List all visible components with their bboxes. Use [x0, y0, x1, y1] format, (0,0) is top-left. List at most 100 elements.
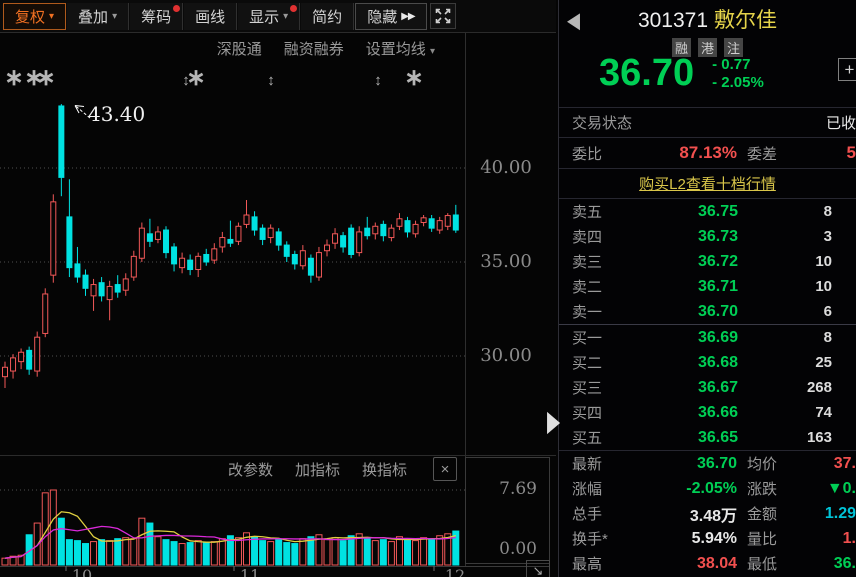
stat-row: 最高38.04最低36.: [559, 551, 856, 576]
candle-body: [91, 285, 96, 296]
back-arrow-icon[interactable]: ◀: [567, 8, 580, 34]
candle-body: [349, 228, 354, 254]
stat-row: 涨幅-2.05%涨跌▼0.: [559, 476, 856, 501]
notification-dot: [290, 5, 297, 12]
candle-body: [445, 216, 450, 227]
fullscreen-icon: [435, 8, 451, 24]
switch-indicator-button[interactable]: 换指标: [362, 459, 407, 480]
toolbar-button-7[interactable]: 隐藏▶▶: [355, 3, 426, 30]
volume-bar: [163, 540, 169, 565]
toolbar-button-2[interactable]: 叠加▾: [67, 3, 129, 30]
panel-collapse-handle[interactable]: ▶: [547, 405, 560, 439]
change-params-button[interactable]: 改参数: [228, 459, 273, 480]
buy-l2-link[interactable]: 购买L2查看十档行情: [639, 173, 776, 194]
volume-bar: [252, 537, 258, 565]
stat-label: 涨幅: [572, 478, 634, 499]
candle-body: [19, 352, 24, 361]
stat-label: 换手*: [572, 528, 634, 549]
add-to-watchlist-button[interactable]: +: [838, 58, 856, 81]
ask-row[interactable]: 卖四36.733: [559, 224, 856, 249]
bid-level-label: 买二: [572, 352, 620, 373]
ask-level-label: 卖四: [572, 226, 620, 247]
volume-bar: [429, 540, 435, 565]
toolbar-button-3[interactable]: 筹码: [130, 3, 183, 30]
y-axis-tick: 40.00: [467, 157, 545, 178]
stat-value: -2.05%: [634, 480, 737, 498]
chart-link-3[interactable]: 设置均线 ▾: [366, 38, 435, 59]
ask-row[interactable]: 卖一36.706: [559, 299, 856, 324]
candle-body: [292, 254, 297, 263]
y-axis-tick: 35.00: [467, 251, 545, 272]
bid-level-label: 买五: [572, 427, 620, 448]
volume-bar: [179, 544, 185, 565]
chart-link-2[interactable]: 融资融券: [284, 38, 344, 59]
candle-body: [413, 224, 418, 233]
toolbar-button-5[interactable]: 显示▾: [238, 3, 300, 30]
bid-row[interactable]: 买一36.698: [559, 325, 856, 350]
toolbar-button-4[interactable]: 画线: [184, 3, 237, 30]
bid-row[interactable]: 买二36.6825: [559, 350, 856, 375]
ask-row[interactable]: 卖三36.7210: [559, 249, 856, 274]
candle-body: [421, 218, 426, 223]
bid-row[interactable]: 买五36.65163: [559, 425, 856, 450]
candle-body: [83, 275, 88, 288]
quote-header: ◀ 301371敷尔佳 融港注 36.70 - 0.77 - 2.05% +: [559, 0, 856, 108]
bid-row[interactable]: 买四36.6674: [559, 400, 856, 425]
candle-body: [11, 358, 16, 371]
volume-bar: [405, 539, 411, 565]
ask-volume: 10: [738, 253, 832, 270]
candle-body: [172, 247, 177, 264]
ask-row[interactable]: 卖五36.758: [559, 199, 856, 224]
candle-body: [131, 256, 136, 277]
fullscreen-button[interactable]: [430, 3, 456, 29]
volume-bar: [268, 542, 274, 565]
volume-bar: [284, 543, 290, 565]
candle-body: [220, 238, 225, 247]
bid-row[interactable]: 买三36.67268: [559, 375, 856, 400]
quote-panel: ◀ 301371敷尔佳 融港注 36.70 - 0.77 - 2.05% + 交…: [558, 0, 856, 577]
stat-value: 36.70: [634, 455, 737, 473]
ask-volume: 10: [738, 278, 832, 295]
stock-app-window: 复权▾叠加▾筹码画线显示▾简约隐藏▶▶ 深股通融资融券设置均线 ▾ ∗∗∗↕∗↕…: [0, 0, 856, 577]
chart-link-1[interactable]: 深股通: [217, 38, 262, 59]
toolbar-button-6[interactable]: 简约: [301, 3, 354, 30]
stat-label: 均价: [737, 453, 807, 474]
stats-grid: 最新36.70均价37.涨幅-2.05%涨跌▼0.总手3.48万金额1.29换手…: [559, 450, 856, 576]
candle-body: [212, 249, 217, 260]
last-price: 36.70: [599, 52, 694, 94]
candle-body: [365, 228, 370, 236]
volume-bar: [203, 543, 209, 565]
ask-price: 36.70: [620, 303, 738, 321]
ask-level-label: 卖五: [572, 201, 620, 222]
candle-body: [196, 256, 201, 269]
candle-body: [59, 106, 64, 177]
kline-chart-area[interactable]: 深股通融资融券设置均线 ▾ ∗∗∗↕∗↕↕∗ 43.40 40.0035.003…: [0, 33, 556, 577]
trade-status-row: 交易状态 已收: [559, 108, 856, 138]
close-indicator-icon[interactable]: ×: [433, 457, 457, 481]
minimize-corner-icon[interactable]: ↘: [526, 560, 550, 577]
bid-level-label: 买三: [572, 377, 620, 398]
candle-body: [43, 294, 48, 333]
trade-status-label: 交易状态: [572, 112, 632, 133]
ask-volume: 3: [738, 228, 832, 245]
ask-row[interactable]: 卖二36.7110: [559, 274, 856, 299]
add-indicator-button[interactable]: 加指标: [295, 459, 340, 480]
l2-promo-row: 购买L2查看十档行情: [559, 169, 856, 199]
asterisk-marker-icon: ∗: [404, 69, 423, 85]
volume-bar: [372, 541, 378, 565]
trade-status-value: 已收: [826, 112, 856, 133]
double-arrow-icon: ▶▶: [401, 11, 414, 22]
candle-body: [164, 230, 169, 253]
chart-header-links: 深股通 融资融券 设置均线 ▾: [0, 38, 465, 59]
candle-body: [67, 217, 72, 268]
volume-bar: [155, 537, 161, 565]
volume-bar: [388, 542, 394, 565]
stat-label: 最新: [572, 453, 634, 474]
bid-level-label: 买一: [572, 327, 620, 348]
candle-body: [300, 251, 305, 266]
candle-body: [276, 232, 281, 245]
volume-axis-tick: 7.69: [471, 479, 545, 499]
volume-bar: [107, 541, 113, 565]
toolbar-button-1[interactable]: 复权▾: [3, 3, 66, 30]
asterisk-marker-icon: ∗: [4, 69, 23, 85]
